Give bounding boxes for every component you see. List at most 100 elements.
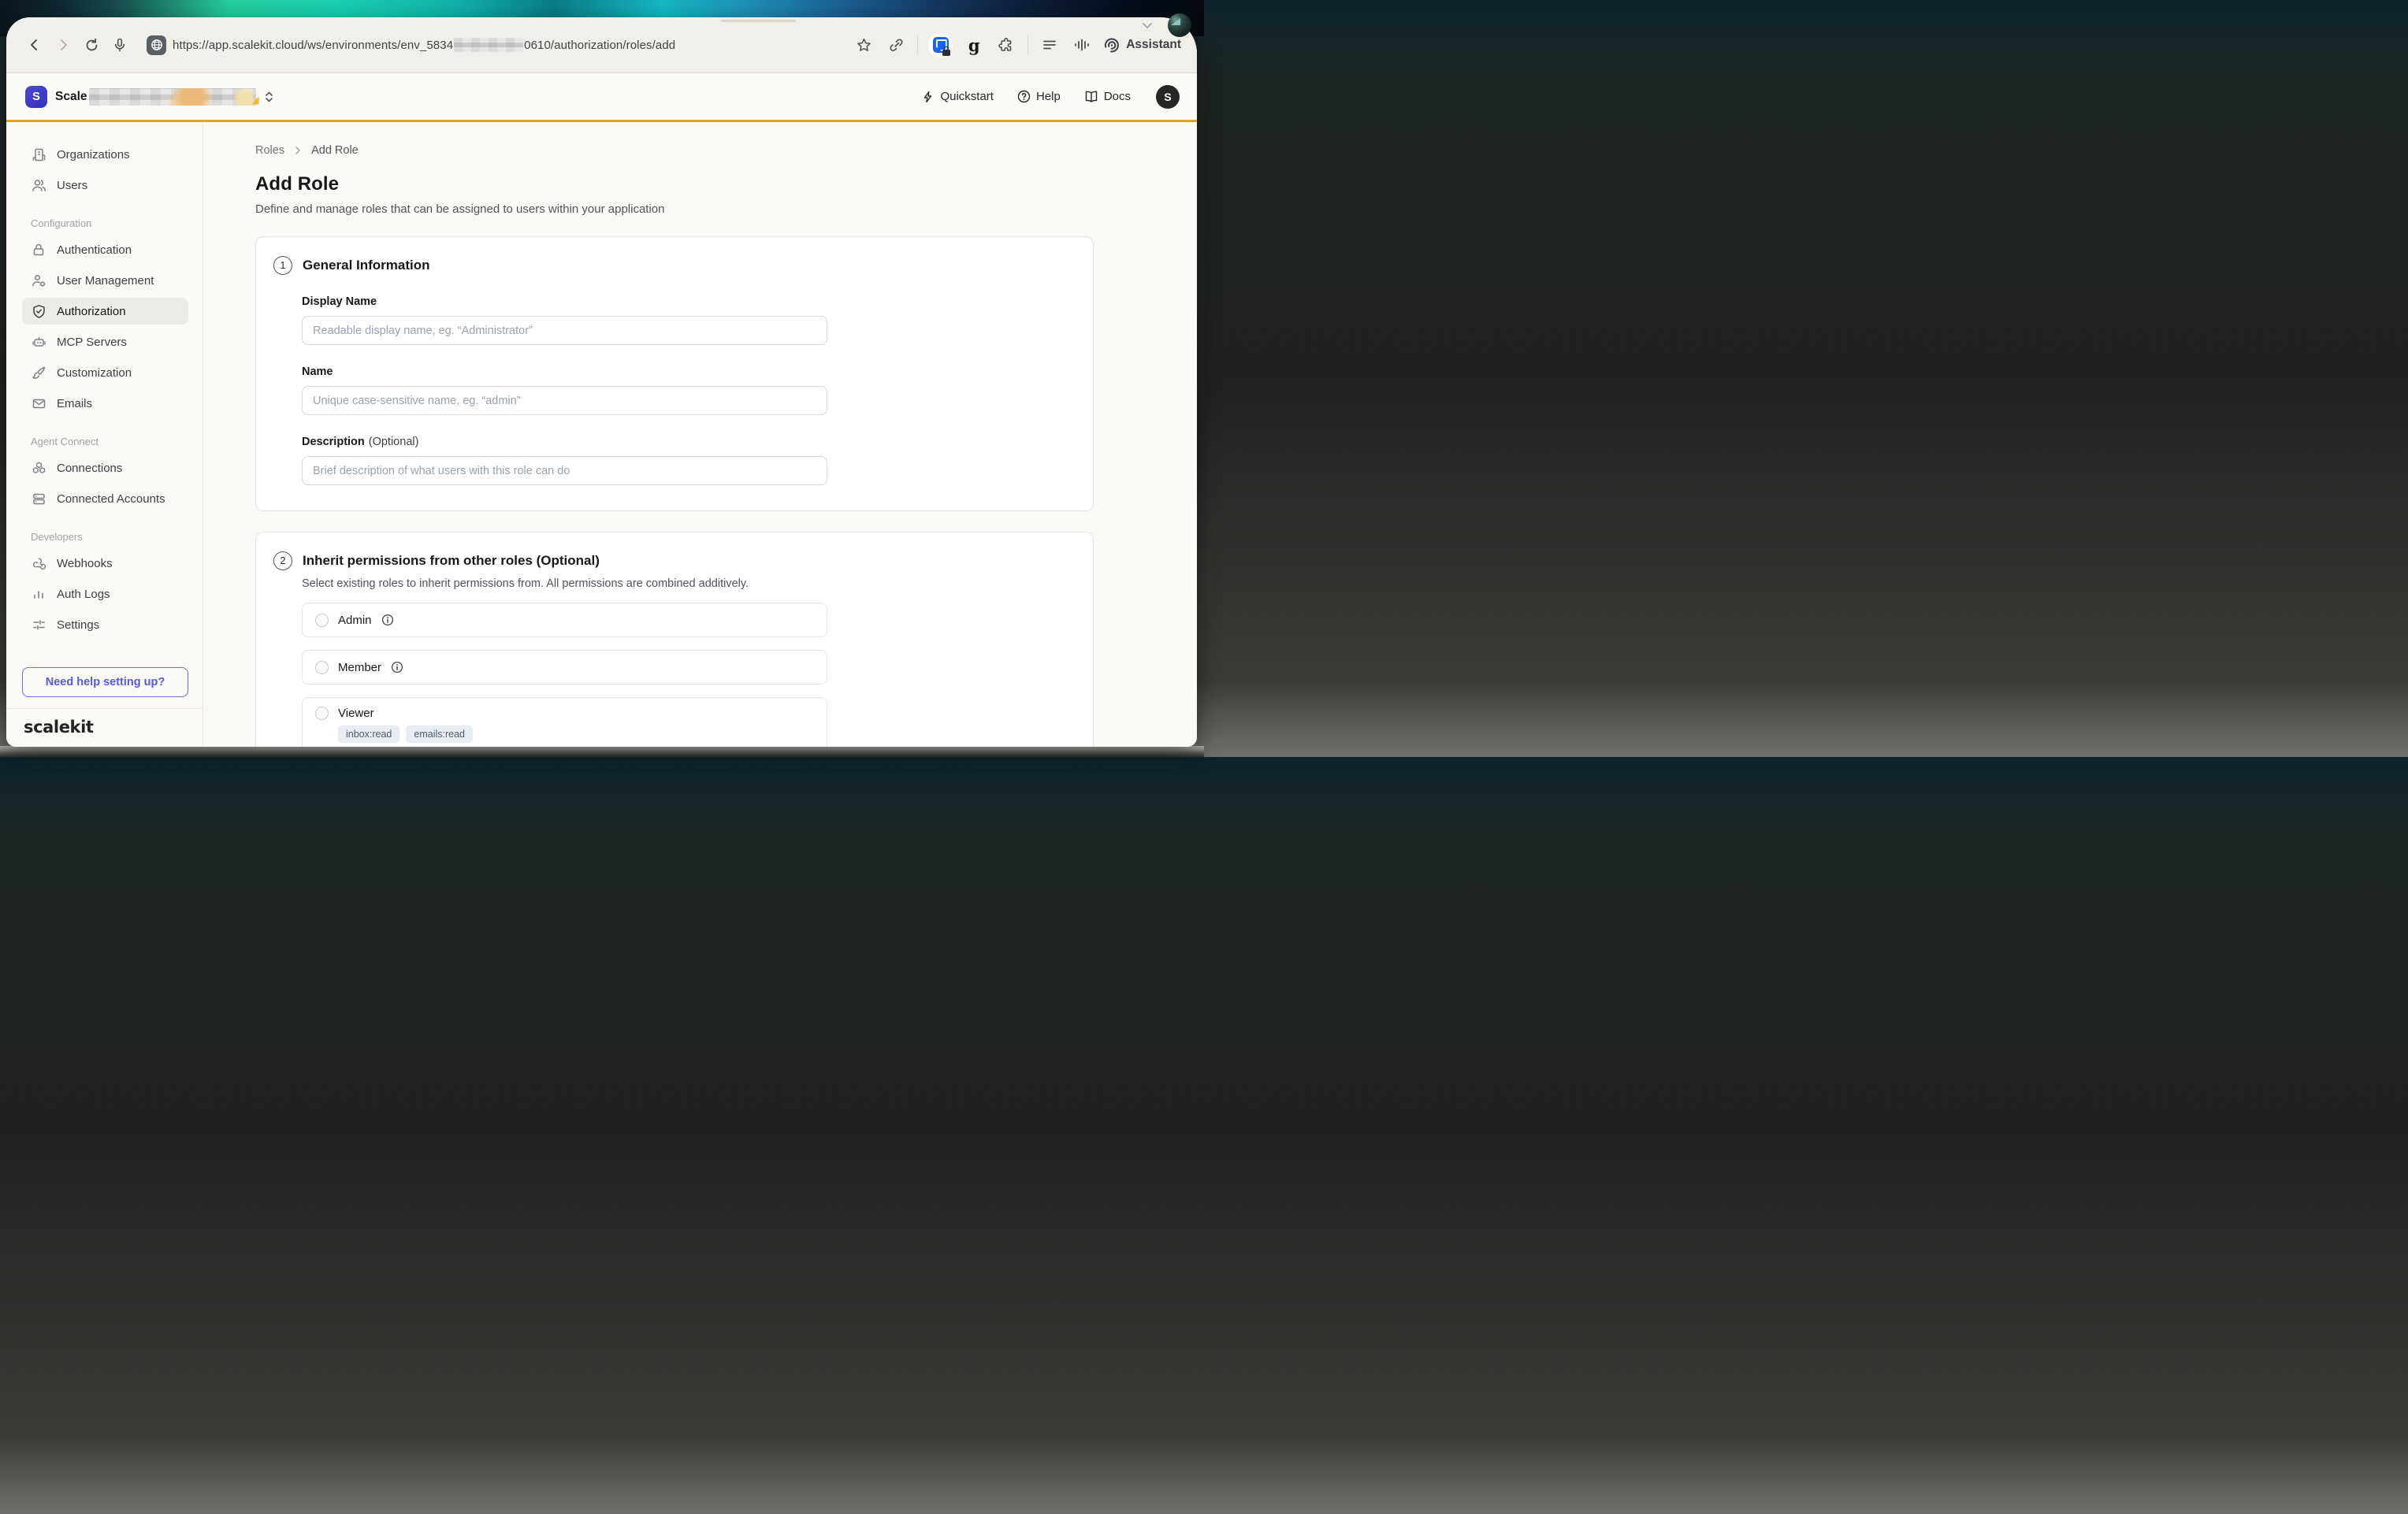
- sidebar-item-mcp-servers[interactable]: MCP Servers: [22, 328, 188, 355]
- users-icon: [31, 177, 46, 193]
- description-field-group: Description (Optional): [302, 436, 827, 485]
- bookmark-star-icon[interactable]: [853, 34, 875, 56]
- description-optional-suffix: (Optional): [369, 436, 419, 448]
- chevron-up-down-icon: [264, 91, 274, 103]
- sidebar-section-developers: Developers: [31, 531, 188, 543]
- organizations-icon: [31, 147, 46, 162]
- description-input[interactable]: [302, 456, 827, 485]
- sidebar-section-configuration: Configuration: [31, 217, 188, 229]
- workspace-flag: [251, 97, 259, 105]
- assistant-label: Assistant: [1126, 38, 1181, 52]
- sidebar-item-users[interactable]: Users: [22, 172, 188, 199]
- sidebar-item-settings[interactable]: Settings: [22, 611, 188, 638]
- viewer-permission-tags: inbox:read emails:read: [338, 725, 814, 743]
- help-button[interactable]: Help: [1017, 90, 1061, 103]
- browser-profile-avatar[interactable]: [1168, 13, 1191, 37]
- page-title: Add Role: [255, 173, 1197, 195]
- sidebar-item-authentication[interactable]: Authentication: [22, 236, 188, 263]
- workspace-name-prefix: Scale: [55, 90, 87, 104]
- general-information-title: General Information: [303, 258, 430, 273]
- reading-list-icon[interactable]: [1039, 34, 1061, 56]
- microphone-icon[interactable]: [109, 34, 131, 56]
- step-number-2: 2: [273, 551, 292, 570]
- viewer-option-head: Viewer: [315, 707, 814, 720]
- user-avatar[interactable]: S: [1156, 85, 1180, 109]
- toolbar-separator: [1027, 35, 1028, 55]
- back-button[interactable]: [24, 34, 46, 56]
- sidebar-item-customization[interactable]: Customization: [22, 359, 188, 386]
- browser-toolbar: https://app.scalekit.cloud/ws/environmen…: [6, 17, 1197, 73]
- sidebar-item-authorization[interactable]: Authorization: [22, 298, 188, 325]
- envelope-icon: [31, 395, 46, 411]
- quickstart-button[interactable]: Quickstart: [922, 90, 994, 103]
- permission-tag: inbox:read: [338, 725, 399, 743]
- workspace-name-redacted: [89, 88, 256, 106]
- sidebar-item-connections[interactable]: Connections: [22, 455, 188, 481]
- name-input[interactable]: [302, 386, 827, 415]
- assistant-spiral-icon: [1103, 37, 1120, 54]
- assistant-button[interactable]: Assistant: [1103, 37, 1181, 54]
- sidebar-item-label: Authentication: [57, 243, 132, 257]
- extensions-puzzle-icon[interactable]: [995, 34, 1017, 56]
- paintbrush-icon: [31, 365, 46, 380]
- bar-chart-icon: [31, 586, 46, 602]
- display-name-input[interactable]: [302, 316, 827, 345]
- viewer-label: Viewer: [338, 707, 374, 720]
- docs-label: Docs: [1104, 90, 1131, 103]
- sidebar-item-connected-accounts[interactable]: Connected Accounts: [22, 485, 188, 512]
- robot-icon: [31, 334, 46, 350]
- sidebar-item-webhooks[interactable]: Webhooks: [22, 550, 188, 577]
- password-extension-icon[interactable]: [928, 33, 953, 58]
- forward-button[interactable]: [52, 34, 74, 56]
- main-content: Roles Add Role Add Role Define and manag…: [203, 122, 1197, 747]
- sidebar-item-label: Authorization: [57, 305, 126, 318]
- toolbar-separator: [917, 35, 918, 55]
- admin-info-icon[interactable]: [381, 614, 394, 626]
- grammarly-extension-icon[interactable]: g: [963, 34, 985, 56]
- display-name-label: Display Name: [302, 295, 827, 308]
- sidebar-item-label: Auth Logs: [57, 588, 110, 601]
- breadcrumb-current: Add Role: [311, 144, 359, 157]
- sidebar-item-emails[interactable]: Emails: [22, 390, 188, 417]
- browser-window: https://app.scalekit.cloud/ws/environmen…: [6, 17, 1197, 747]
- need-help-button[interactable]: Need help setting up?: [22, 667, 188, 697]
- copy-link-icon[interactable]: [885, 34, 907, 56]
- breadcrumb: Roles Add Role: [255, 144, 1197, 157]
- display-name-field-group: Display Name: [302, 295, 827, 345]
- docs-button[interactable]: Docs: [1084, 90, 1131, 103]
- quickstart-label: Quickstart: [940, 90, 994, 103]
- webhook-icon: [31, 555, 46, 571]
- general-information-card: 1 General Information Display Name Name: [255, 236, 1094, 511]
- step-number-1: 1: [273, 256, 292, 275]
- window-chevron-down-icon[interactable]: [1139, 17, 1155, 33]
- sidebar-item-label: Connections: [57, 462, 122, 475]
- sidebar-item-auth-logs[interactable]: Auth Logs: [22, 581, 188, 607]
- role-option-viewer[interactable]: Viewer inbox:read emails:read: [302, 697, 827, 747]
- tab-drag-handle[interactable]: [721, 20, 796, 22]
- header-actions: Quickstart Help Docs S: [922, 85, 1180, 109]
- sidebar-item-organizations[interactable]: Organizations: [22, 141, 188, 168]
- admin-label: Admin: [338, 614, 372, 627]
- url-bar[interactable]: https://app.scalekit.cloud/ws/environmen…: [173, 38, 675, 52]
- member-radio[interactable]: [315, 661, 329, 674]
- role-option-member[interactable]: Member: [302, 650, 827, 685]
- desktop-wallpaper-bottom: [0, 746, 1204, 757]
- reload-button[interactable]: [80, 34, 102, 56]
- help-label: Help: [1036, 90, 1061, 103]
- url-suffix: 0610/authorization/roles/add: [524, 39, 675, 52]
- member-info-icon[interactable]: [391, 661, 403, 674]
- breadcrumb-roles-link[interactable]: Roles: [255, 144, 284, 157]
- admin-radio[interactable]: [315, 614, 329, 627]
- viewer-radio[interactable]: [315, 707, 329, 720]
- page-subtitle: Define and manage roles that can be assi…: [255, 202, 1197, 216]
- sidebar-footer: Need help setting up? scalekit: [22, 667, 188, 747]
- sidebar-item-user-management[interactable]: User Management: [22, 267, 188, 294]
- shield-check-icon: [31, 303, 46, 319]
- voice-waveform-icon[interactable]: [1071, 34, 1093, 56]
- sidebar: Organizations Users Configuration Authen…: [6, 122, 203, 747]
- step-row-2: 2 Inherit permissions from other roles (…: [273, 551, 1093, 570]
- workspace-switcher[interactable]: Scale: [55, 88, 274, 106]
- site-globe-icon[interactable]: [147, 35, 166, 55]
- app-body: Organizations Users Configuration Authen…: [6, 122, 1197, 747]
- role-option-admin[interactable]: Admin: [302, 603, 827, 637]
